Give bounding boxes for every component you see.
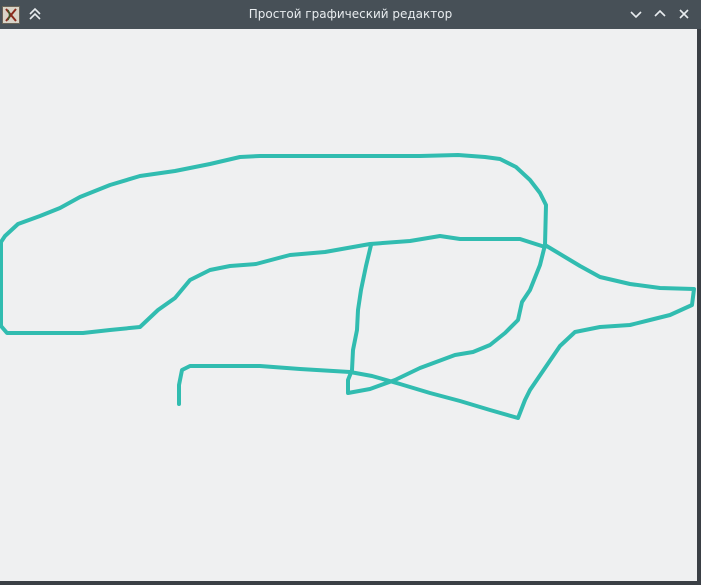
double-chevron-up-icon — [29, 7, 41, 20]
app-icon[interactable] — [2, 6, 20, 24]
chevron-up-icon — [654, 9, 666, 17]
window-title: Простой графический редактор — [248, 7, 453, 21]
strokes-group — [0, 153, 696, 420]
stroke-3 — [177, 243, 696, 420]
stroke-1 — [0, 153, 548, 335]
keep-above-button[interactable] — [25, 4, 45, 24]
chevron-down-icon — [630, 11, 642, 19]
maximize-button[interactable] — [650, 4, 670, 24]
window-right-border — [697, 29, 701, 581]
drawing-canvas[interactable] — [0, 29, 697, 581]
drawing-surface — [0, 153, 696, 420]
close-icon — [679, 9, 689, 19]
minimize-button[interactable] — [626, 4, 646, 24]
stroke-2 — [346, 243, 547, 395]
title-bar[interactable]: Простой графический редактор — [0, 0, 701, 29]
app-window: Простой графический редактор — [0, 0, 701, 581]
close-button[interactable] — [674, 4, 694, 24]
